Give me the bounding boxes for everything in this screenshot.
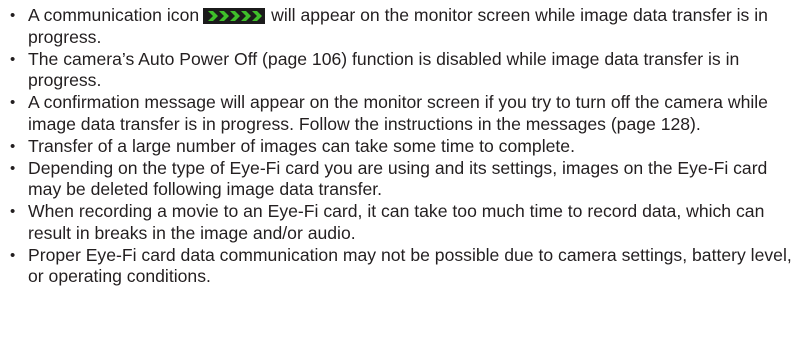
bullet: • [10,203,16,220]
note-communication-icon: • A communication icon will appear on th… [10,5,800,48]
note-auto-power-off: • The camera’s Auto Power Off (page 106)… [10,49,800,92]
note-text: A confirmation message will appear on th… [28,92,768,134]
bullet: • [10,137,16,155]
note-text: Depending on the type of Eye-Fi card you… [28,157,768,200]
note-confirmation-message: • A confirmation message will appear on … [10,92,800,135]
note-text: When recording a movie to an Eye-Fi card… [28,201,765,243]
note-communication-conditions: • Proper Eye-Fi card data communication … [10,245,800,288]
bullet: • [10,7,16,24]
note-text: Transfer of a large number of images can… [28,135,575,156]
bullet: • [10,159,16,177]
note-transfer-time: • Transfer of a large number of images c… [10,136,800,158]
communication-arrows-icon [203,8,266,24]
bullet: • [10,94,16,111]
note-text: The camera’s Auto Power Off (page 106) f… [28,48,740,91]
notes-list: • A communication icon will appear on th… [0,0,800,288]
note-eyefi-deletion: • Depending on the type of Eye-Fi card y… [10,158,800,201]
document-page: • A communication icon will appear on th… [0,0,800,357]
bullet: • [10,50,16,68]
note-movie-recording: • When recording a movie to an Eye-Fi ca… [10,201,800,244]
bullet: • [10,246,16,264]
note-text-before-icon: A communication icon [28,5,200,25]
note-text: Proper Eye-Fi card data communication ma… [28,244,792,287]
